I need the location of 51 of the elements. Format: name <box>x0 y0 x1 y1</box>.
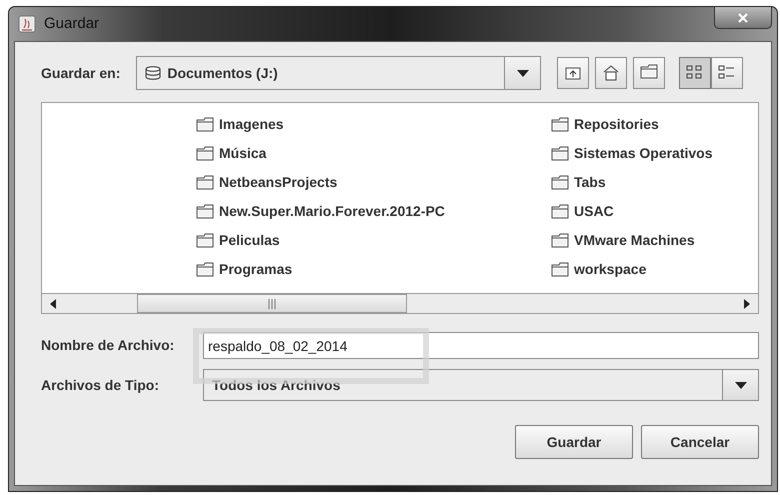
file-type-dropdown[interactable]: Todos los Archivos <box>203 369 759 401</box>
field-label: Nombre de Archivo: <box>41 336 176 355</box>
field-label: Archivos de Tipo: <box>41 376 160 395</box>
right-arrow-icon <box>744 298 750 308</box>
details-view-button[interactable] <box>711 57 744 89</box>
window-title: Guardar <box>44 14 100 34</box>
location-dropdown[interactable]: Documentos (J:) <box>136 56 542 90</box>
folder-name[interactable]: Tabs <box>574 172 606 192</box>
dropdown-value: Documentos (J:) <box>167 64 278 83</box>
new-folder-button[interactable] <box>633 57 666 89</box>
save-button[interactable]: Guardar <box>515 425 633 459</box>
list-view-button[interactable] <box>679 57 712 89</box>
home-button[interactable] <box>595 57 628 89</box>
folder-icon <box>551 174 569 190</box>
dropdown-value: Todos los Archivos <box>212 376 340 394</box>
left-arrow-icon <box>50 298 56 308</box>
folder-icon <box>196 204 214 218</box>
folder-icon <box>551 262 569 276</box>
folder-icon <box>551 116 569 132</box>
folder-name[interactable]: USAC <box>574 200 614 222</box>
folder-name[interactable]: NetbeansProjects <box>219 172 338 192</box>
folder-name[interactable]: New.Super.Mario.Forever.2012-PC <box>219 200 445 222</box>
cancel-button[interactable]: Cancelar <box>641 425 759 459</box>
folder-name[interactable]: Sistemas Operativos <box>574 142 713 164</box>
folder-name[interactable]: Repositories <box>574 114 659 134</box>
close-icon <box>738 12 748 22</box>
folder-name[interactable]: Música <box>219 142 266 164</box>
app-icon <box>18 15 36 33</box>
folder-name[interactable]: Programas <box>219 258 292 280</box>
folder-icon <box>196 262 214 276</box>
folder-icon <box>196 116 214 132</box>
horizontal-scrollbar[interactable] <box>42 293 758 313</box>
folder-icon <box>196 232 214 248</box>
folder-icon <box>551 232 569 248</box>
folder-icon <box>551 204 569 218</box>
close-button[interactable] <box>714 7 772 29</box>
caret-icon <box>734 382 746 388</box>
folder-name[interactable]: Imagenes <box>219 114 284 134</box>
up-folder-button[interactable] <box>557 57 590 89</box>
grip-icon <box>268 298 276 308</box>
field-label: Guardar en: <box>41 64 120 82</box>
filename-field[interactable]: respaldo_08_02_2014 <box>203 332 759 359</box>
folder-icon <box>196 146 214 160</box>
home-icon <box>602 64 620 82</box>
folder-name[interactable]: VMware Machines <box>574 230 695 250</box>
caret-icon <box>516 70 529 76</box>
folder-icon <box>551 146 569 160</box>
drive-icon <box>145 66 162 80</box>
folder-name[interactable]: workspace <box>574 258 646 280</box>
folder-name[interactable]: Peliculas <box>219 230 280 250</box>
folder-icon <box>196 174 214 190</box>
